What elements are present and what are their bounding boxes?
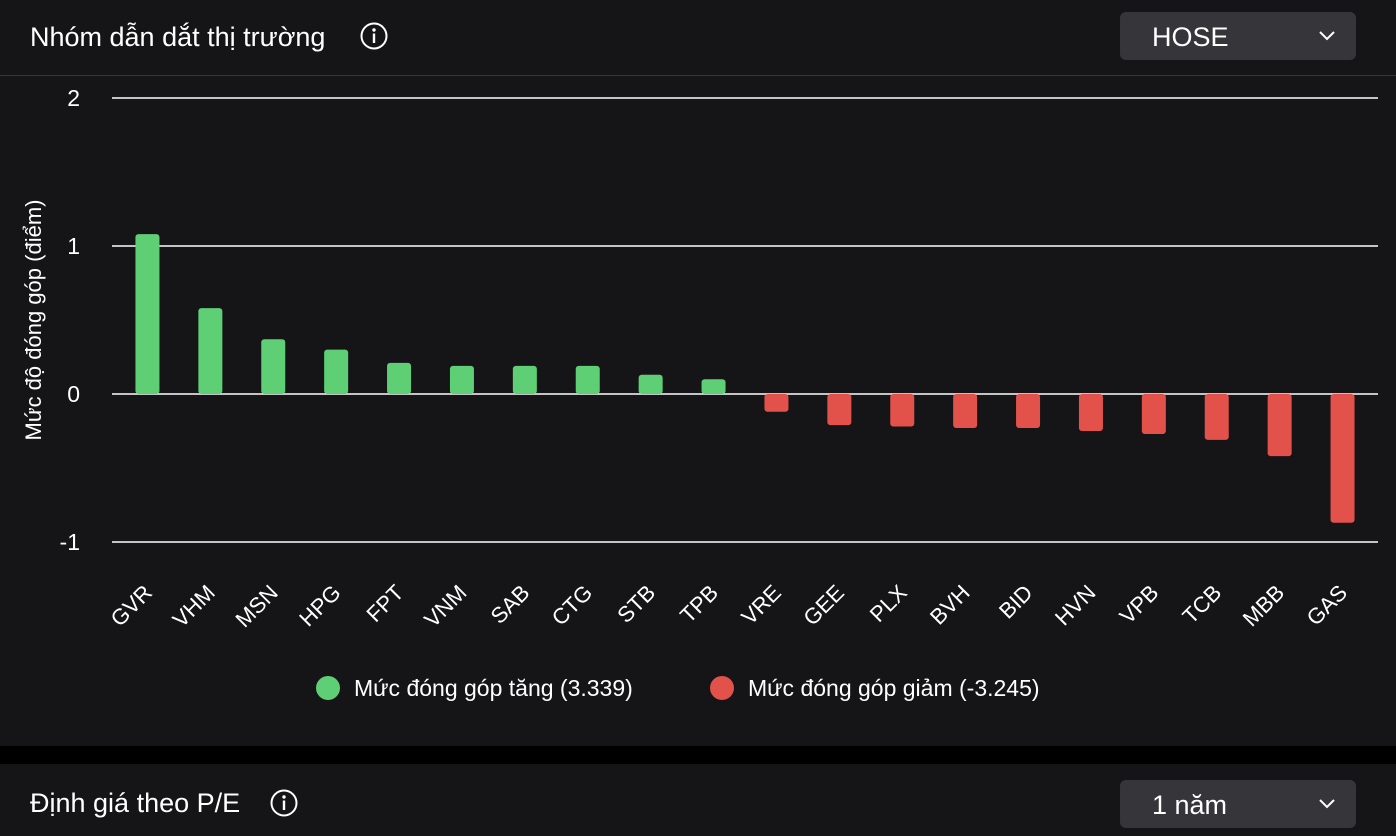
market-leaders-panel: Nhóm dẫn dắt thị trường HOSE 2 1 0 -1 Mức đ… [0,0,1396,746]
pe-valuation-panel: Định giá theo P/E 1 năm [0,764,1396,836]
bar-vre[interactable] [764,394,789,412]
legend-item-negative[interactable]: Mức đóng góp giảm (-3.245) [710,672,1040,704]
contribution-bar-chart: 2 1 0 -1 Mức độ đóng góp (điểm) GVR VHM MSN HP… [21,85,1378,632]
bar-vhm[interactable] [198,308,223,394]
market-leaders-header: Nhóm dẫn dắt thị trường HOSE [0,0,1396,76]
y-tick-label: 0 [67,381,80,407]
bars [135,234,1355,523]
x-tick-label: STB [612,580,660,628]
bar-fpt[interactable] [387,362,412,394]
period-select-value: 1 năm [1152,790,1228,820]
x-tick-label: VNM [419,580,471,632]
x-tick-label: MSN [231,580,283,632]
y-tick-label: -1 [60,529,80,555]
x-axis-ticks: GVR VHM MSN HPG FPT VNM SAB CTG STB TPB VRE GEE PLX B… [106,580,1352,632]
info-circle-icon[interactable] [269,788,299,818]
exchange-select-value: HOSE [1152,22,1229,52]
y-axis-ticks: 2 1 0 -1 [60,85,80,555]
x-tick-label: FPT [362,580,409,627]
y-tick-label: 2 [67,85,80,111]
x-tick-label: MBB [1238,580,1289,631]
y-axis-label: Mức độ đóng góp (điểm) [21,200,46,441]
x-tick-label: CTG [547,580,598,631]
legend-dot-negative [710,676,734,700]
x-tick-label: BVH [925,580,975,630]
x-tick-label: VRE [736,580,786,630]
x-tick-label: TPB [675,580,723,628]
x-tick-label: GVR [106,580,157,631]
legend-dot-positive [316,676,340,700]
x-tick-label: PLX [865,580,912,627]
exchange-select[interactable]: HOSE [1120,12,1356,60]
bar-hvn[interactable] [1078,394,1103,431]
bar-vnm[interactable] [449,365,474,394]
legend-item-positive[interactable]: Mức đóng góp tăng (3.339) [316,672,633,704]
bar-tcb[interactable] [1204,394,1229,440]
x-tick-label: SAB [486,580,535,629]
legend-label-negative: Mức đóng góp giảm (-3.245) [748,674,1040,701]
chevron-down-icon [1319,799,1335,809]
bar-tpb[interactable] [701,379,726,394]
x-tick-label: GAS [1302,580,1353,631]
grid-lines [112,97,1378,543]
bar-bid[interactable] [1016,394,1041,429]
x-tick-label: VHM [168,580,220,632]
x-tick-label: BID [994,580,1038,624]
bar-ctg[interactable] [575,365,600,394]
info-circle-icon[interactable] [359,21,389,51]
legend-label-positive: Mức đóng góp tăng (3.339) [354,674,633,701]
x-tick-label: GEE [798,580,849,631]
x-tick-label: TCB [1177,580,1226,629]
bar-plx[interactable] [890,394,915,427]
bar-hpg[interactable] [324,349,349,394]
period-select[interactable]: 1 năm [1120,780,1356,828]
bar-gee[interactable] [827,394,852,426]
x-tick-label: HPG [294,580,345,631]
bar-mbb[interactable] [1267,394,1292,457]
bar-sab[interactable] [512,365,537,394]
market-leaders-title: Nhóm dẫn dắt thị trường [30,22,326,52]
bar-msn[interactable] [261,339,286,394]
bar-vpb[interactable] [1141,394,1166,434]
x-tick-label: HVN [1050,580,1101,631]
bar-stb[interactable] [638,374,663,394]
bar-gas[interactable] [1330,394,1355,523]
bar-gvr[interactable] [135,234,160,394]
chevron-down-icon [1319,31,1335,41]
x-tick-label: VPB [1115,580,1164,629]
y-tick-label: 1 [67,233,80,259]
pe-valuation-title: Định giá theo P/E [30,788,241,818]
bar-bvh[interactable] [953,394,978,429]
